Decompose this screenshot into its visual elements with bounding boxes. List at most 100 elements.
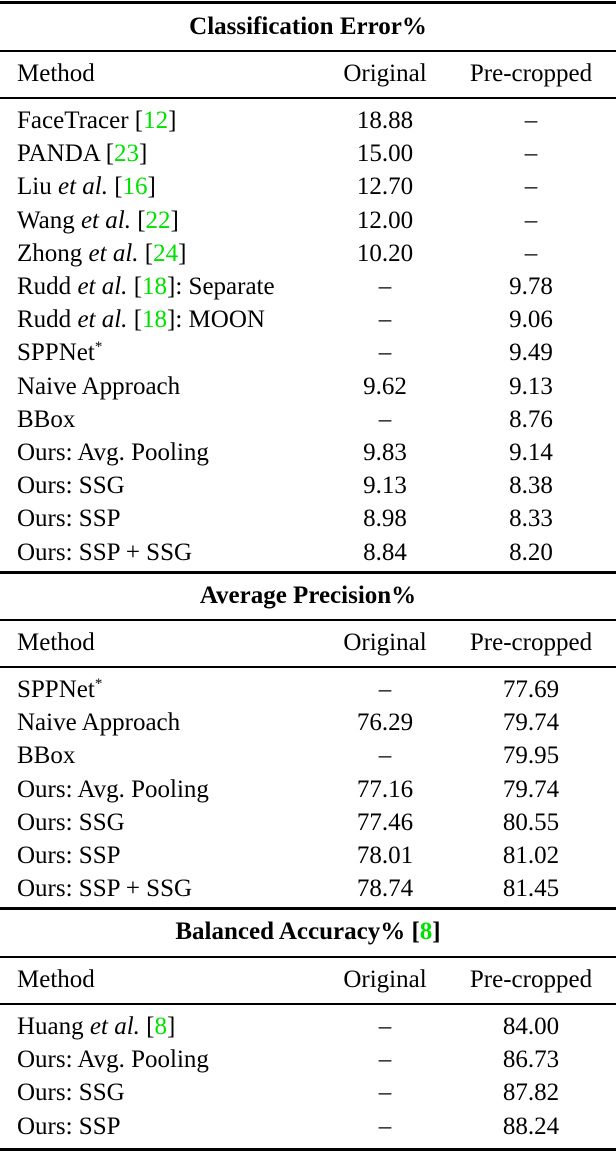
- table-row: Ours: Avg. Pooling – 86.73: [0, 1043, 616, 1076]
- method-cell: Ours: Avg. Pooling: [17, 1046, 209, 1074]
- table-row: Ours: SSG – 87.82: [0, 1076, 616, 1109]
- precropped-value: –: [524, 239, 538, 267]
- footnote-marker: *: [94, 339, 103, 356]
- method-cell: Ours: SSP: [17, 505, 121, 533]
- table-row: Zhong et al. [24] 10.20 –: [0, 237, 616, 270]
- table-row: Naive Approach 9.62 9.13: [0, 370, 616, 403]
- original-value: –: [378, 742, 392, 770]
- precropped-value: 86.73: [502, 1046, 560, 1074]
- original-value: 15.00: [356, 140, 414, 168]
- citation-link[interactable]: 8: [420, 918, 433, 945]
- header-method: Method: [17, 629, 95, 656]
- table-row: Rudd et al. [18]: MOON – 9.06: [0, 303, 616, 336]
- method-cell: Ours: SSP: [17, 1112, 121, 1140]
- precropped-value: 8.38: [509, 472, 553, 500]
- table-row: Liu et al. [16] 12.70 –: [0, 170, 616, 203]
- section-rule: [0, 571, 616, 574]
- method-cell: Naive Approach: [17, 372, 181, 400]
- original-value: –: [378, 339, 392, 367]
- precropped-value: 77.69: [502, 676, 560, 703]
- original-value: –: [378, 1112, 392, 1140]
- header-original: Original: [343, 629, 427, 656]
- citation-link[interactable]: 18: [142, 273, 167, 300]
- citation-link[interactable]: 12: [143, 107, 168, 134]
- table-row: SPPNet* – 9.49: [0, 336, 616, 369]
- mid-rule: [0, 50, 616, 52]
- precropped-value: 9.13: [509, 372, 553, 400]
- header-original: Original: [343, 60, 427, 87]
- citation-link[interactable]: 24: [153, 240, 178, 267]
- table-row: Naive Approach 76.29 79.74: [0, 706, 616, 739]
- table-row: BBox – 79.95: [0, 739, 616, 772]
- method-cell: Huang et al. [8]: [17, 1013, 176, 1040]
- method-cell: Ours: SSG: [17, 808, 125, 836]
- precropped-value: 80.55: [502, 808, 560, 836]
- header-precropped: Pre-cropped: [469, 60, 593, 87]
- citation-link[interactable]: 23: [114, 140, 139, 167]
- precropped-value: 8.76: [509, 405, 553, 433]
- table-row: BBox – 8.76: [0, 403, 616, 436]
- table-row: FaceTracer [12] 18.88 –: [0, 104, 616, 137]
- precropped-value: 9.06: [509, 306, 553, 334]
- precropped-value: 88.24: [502, 1112, 560, 1140]
- section-rule: [0, 907, 616, 910]
- method-cell: Rudd et al. [18]: Separate: [17, 273, 275, 300]
- footnote-marker: *: [94, 676, 103, 692]
- table-row: SPPNet* – 77.69: [0, 673, 616, 706]
- method-cell: Naive Approach: [17, 709, 181, 737]
- mid-rule: [0, 1003, 616, 1005]
- precropped-value: 81.02: [502, 842, 560, 869]
- header-row: Method Original Pre-cropped: [0, 57, 616, 90]
- method-cell: Rudd et al. [18]: MOON: [17, 306, 265, 334]
- table-row: Rudd et al. [18]: Separate – 9.78: [0, 270, 616, 303]
- precropped-value: 9.14: [509, 439, 553, 466]
- header-row: Method Original Pre-cropped: [0, 626, 616, 659]
- original-value: –: [378, 306, 392, 334]
- table-row: Ours: Avg. Pooling 77.16 79.74: [0, 773, 616, 806]
- table-row: Ours: SSP + SSG 78.74 81.45: [0, 872, 616, 905]
- citation-link[interactable]: 16: [123, 173, 148, 200]
- original-value: 78.74: [356, 875, 414, 903]
- precropped-value: 8.33: [509, 505, 553, 533]
- citation-link[interactable]: 22: [146, 207, 171, 234]
- table-row: Wang et al. [22] 12.00 –: [0, 204, 616, 237]
- table-row: Ours: SSP 8.98 8.33: [0, 502, 616, 535]
- table-row: Ours: SSP – 88.24: [0, 1110, 616, 1143]
- header-method: Method: [17, 60, 95, 87]
- precropped-value: 79.74: [502, 709, 560, 737]
- section-title-balanced-accuracy: Balanced Accuracy% [8]: [175, 918, 441, 945]
- original-value: 12.70: [356, 173, 414, 201]
- precropped-value: 79.74: [502, 775, 560, 803]
- method-cell: Liu et al. [16]: [17, 173, 156, 201]
- original-value: –: [378, 1079, 392, 1107]
- method-cell: Ours: SSP: [17, 842, 121, 869]
- citation-link[interactable]: 8: [154, 1013, 167, 1040]
- precropped-value: 79.95: [502, 742, 560, 770]
- original-value: 18.88: [356, 107, 414, 134]
- original-value: 77.46: [356, 808, 414, 836]
- original-value: 12.00: [356, 206, 414, 234]
- original-value: 77.16: [356, 775, 414, 803]
- citation-link[interactable]: 18: [142, 306, 167, 333]
- header-row: Method Original Pre-cropped: [0, 963, 616, 996]
- method-cell: BBox: [17, 742, 76, 770]
- original-value: 9.83: [363, 439, 407, 466]
- precropped-value: –: [524, 107, 538, 134]
- table-row: Ours: SSG 9.13 8.38: [0, 469, 616, 502]
- top-rule: [0, 1, 616, 4]
- method-cell: Ours: SSG: [17, 472, 125, 500]
- section-title-average-precision: Average Precision%: [199, 582, 417, 609]
- method-cell: Ours: Avg. Pooling: [17, 439, 209, 466]
- original-value: 76.29: [356, 709, 414, 737]
- mid-rule: [0, 619, 616, 621]
- precropped-value: 8.20: [509, 538, 553, 566]
- mid-rule: [0, 97, 616, 99]
- precropped-value: 81.45: [502, 875, 560, 903]
- original-value: –: [378, 676, 392, 703]
- method-cell: Ours: Avg. Pooling: [17, 775, 209, 803]
- precropped-value: –: [524, 173, 538, 201]
- original-value: 10.20: [356, 239, 414, 267]
- precropped-value: –: [524, 206, 538, 234]
- original-value: –: [378, 1013, 392, 1040]
- header-precropped: Pre-cropped: [469, 966, 593, 993]
